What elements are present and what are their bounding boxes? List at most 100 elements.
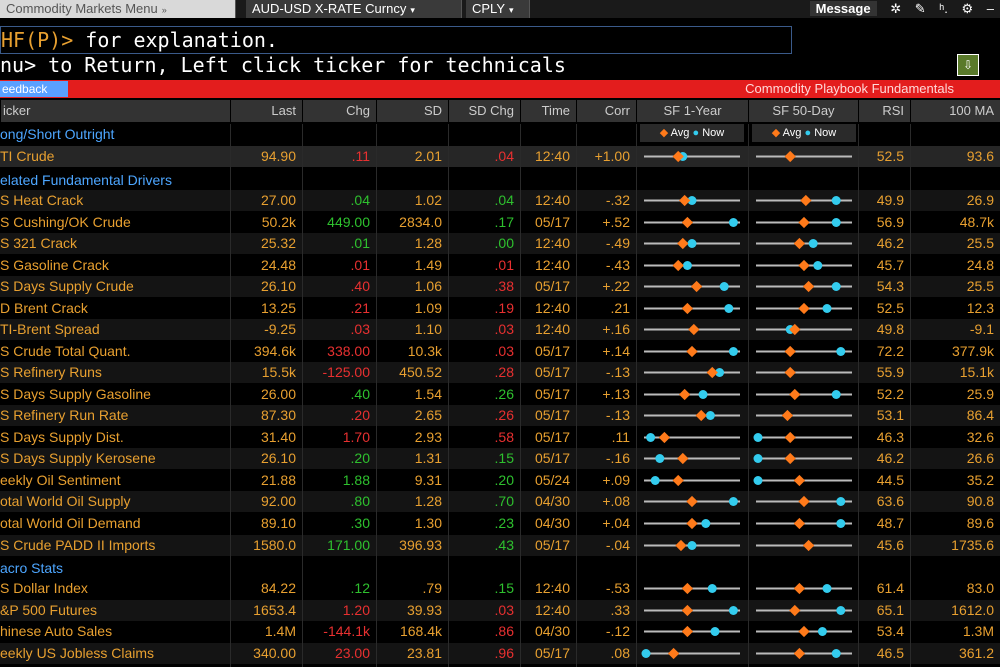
export-icon[interactable]: ⇩ [957, 54, 979, 76]
ticker-cell[interactable]: S Gasoline Crack [0, 255, 230, 276]
header-chg[interactable]: Chg [302, 100, 376, 122]
ma-cell: 12.3 [966, 300, 994, 316]
sd-chg-cell: .38 [494, 278, 514, 294]
table-row[interactable]: otal World Oil Supply 92.00 .80 1.28 .70 04/3… [0, 491, 1000, 512]
table-row[interactable]: hinese Auto Sales 1.4M -144.1k 168.4k .86 04/… [0, 621, 1000, 642]
ma-cell: 25.5 [966, 278, 994, 294]
table-row[interactable]: eekly Oil Sentiment 21.88 1.88 9.31 .20 05/24… [0, 470, 1000, 491]
ticker-cell[interactable]: eekly US Jobless Claims [0, 643, 230, 664]
header-rsi[interactable]: RSI [858, 100, 910, 122]
table-row[interactable]: S Days Supply Gasoline 26.00 .40 1.54 .26 05/… [0, 384, 1000, 405]
column-divider [448, 124, 449, 667]
table-row[interactable]: S Refinery Runs 15.5k -125.00 450.52 .28 05/1… [0, 362, 1000, 383]
table-row[interactable]: S Gasoline Crack 24.48 .01 1.49 .01 12:40 -.43… [0, 255, 1000, 276]
feedback-button[interactable]: eedback [0, 81, 68, 97]
column-divider [230, 124, 231, 667]
table-row[interactable]: S 321 Crack 25.32 .01 1.28 .00 12:40 -.49 46.2 2… [0, 233, 1000, 254]
ticker-cell[interactable]: eekly Oil Sentiment [0, 470, 230, 491]
ticker-cell[interactable]: S Days Supply Kerosene [0, 448, 230, 469]
header-ticker[interactable]: icker [0, 100, 230, 122]
rsi-cell: 48.7 [876, 515, 904, 531]
header-time[interactable]: Time [520, 100, 576, 122]
table-row[interactable]: S Refinery Run Rate 87.30 .20 2.65 .26 05/17 -… [0, 405, 1000, 426]
ticker-cell[interactable]: S Crude PADD II Imports [0, 535, 230, 556]
ticker-cell[interactable]: D Brent Crack [0, 298, 230, 319]
message-button[interactable]: Message [809, 1, 877, 16]
header-100-ma[interactable]: 100 MA [910, 100, 1000, 122]
table-row[interactable]: S Days Supply Crude 26.10 .40 1.06 .38 05/17 +… [0, 276, 1000, 297]
ma-cell: 26.9 [966, 192, 994, 208]
minimize-icon[interactable]: – [987, 1, 994, 16]
time-cell: 05/24 [534, 472, 570, 488]
header-sd-chg[interactable]: SD Chg [448, 100, 520, 122]
sf-1-year-slider [640, 298, 744, 319]
sd-chg-cell: .26 [494, 407, 514, 423]
tab-commodity-markets-menu[interactable]: Commodity Markets Menu» [0, 0, 236, 18]
table-row[interactable]: TI-Brent Spread -9.25 .03 1.10 .03 12:40 +.16 4… [0, 319, 1000, 340]
legend-sf-50-day: ◆ Avg ● Now [752, 124, 856, 142]
table-row[interactable]: D Brent Crack 13.25 .21 1.09 .19 12:40 .21 52.5… [0, 298, 1000, 319]
pencil-icon[interactable]: ✎ [915, 1, 926, 16]
ticker-cell[interactable]: otal World Oil Supply [0, 491, 230, 512]
sf-50-day-slider [752, 276, 856, 297]
ticker-cell[interactable]: TI-Brent Spread [0, 319, 230, 340]
rsi-cell: 54.3 [876, 278, 904, 294]
table-row[interactable]: S Days Supply Kerosene 26.10 .20 1.31 .15 05/… [0, 448, 1000, 469]
ticker-cell[interactable]: S Heat Crack [0, 190, 230, 211]
ticker-cell[interactable]: S Days Supply Gasoline [0, 384, 230, 405]
header-sf-50-day[interactable]: SF 50-Day [748, 100, 858, 122]
ticker-cell[interactable]: S Days Supply Crude [0, 276, 230, 297]
table-row[interactable]: S Crude PADD II Imports 1580.0 171.00 396.9… [0, 535, 1000, 556]
table-row[interactable]: &P 500 Futures 1653.4 1.20 39.93 .03 12:40 .33… [0, 600, 1000, 621]
table-row[interactable]: eekly US Jobless Claims 340.00 23.00 23.81.… [0, 643, 1000, 664]
avg-marker [789, 388, 801, 401]
table-row[interactable]: otal World Oil Demand 89.10 .30 1.30 .23 04/3… [0, 513, 1000, 534]
table-row[interactable]: TI Crude 94.90 .11 2.01 .04 12:40 +1.00 52.5 93.… [0, 146, 1000, 167]
now-marker [687, 541, 697, 550]
tab-cply[interactable]: CPLY ▾ [466, 0, 530, 18]
corr-cell: +.16 [602, 321, 630, 337]
ticker-cell[interactable]: hinese Auto Sales [0, 621, 230, 642]
ticker-cell[interactable]: S Cushing/OK Crude [0, 212, 230, 233]
ticker-cell[interactable]: &P 500 Futures [0, 600, 230, 621]
last-cell: 340.00 [253, 645, 296, 661]
ticker-cell[interactable]: S Days Supply Dist. [0, 427, 230, 448]
command-line[interactable]: HF(P)> for explanation. [0, 26, 792, 54]
now-dot-icon: ● [804, 127, 812, 139]
help-icon[interactable]: ʰ. [939, 1, 948, 16]
sf-50-day-slider [752, 362, 856, 383]
ticker-cell[interactable]: S Crude Total Quant. [0, 341, 230, 362]
table-row[interactable]: S Dollar Index 84.22 .12 .79 .15 12:40 -.53 61.… [0, 578, 1000, 599]
tab-aud-usd[interactable]: AUD-USD X-RATE Curncy ▾ [246, 0, 462, 18]
settings-icon[interactable]: ✲ [890, 1, 901, 16]
last-cell: 27.00 [260, 192, 296, 208]
header-sf-1-year[interactable]: SF 1-Year [636, 100, 748, 122]
table-row[interactable]: S Heat Crack 27.00 .04 1.02 .04 12:40 -.32 49.9… [0, 190, 1000, 211]
ma-cell: 24.8 [966, 257, 994, 273]
sf-1-year-slider [640, 319, 744, 340]
table-row[interactable]: S Cushing/OK Crude 50.2k 449.00 2834.0 .17 05… [0, 212, 1000, 233]
avg-marker [781, 409, 794, 422]
ticker-cell[interactable]: S Refinery Runs [0, 362, 230, 383]
table-row[interactable]: S Days Supply Dist. 31.40 1.70 2.93 .58 05/17… [0, 427, 1000, 448]
now-marker [836, 519, 846, 528]
sf-50-day-slider [752, 470, 856, 491]
ticker-cell[interactable]: otal World Oil Demand [0, 513, 230, 534]
header-corr[interactable]: Corr [576, 100, 636, 122]
table-row[interactable]: S Crude Total Quant. 394.6k 338.00 10.3k .03… [0, 341, 1000, 362]
avg-marker [686, 495, 698, 508]
sf-1-year-slider [640, 448, 744, 469]
header-last[interactable]: Last [230, 100, 302, 122]
corr-cell: .11 [611, 429, 630, 445]
ticker-cell[interactable]: TI Crude [0, 146, 230, 167]
header-sd[interactable]: SD [376, 100, 448, 122]
rsi-cell: 46.5 [876, 645, 904, 661]
ticker-cell[interactable]: S 321 Crack [0, 233, 230, 254]
sf-1-year-slider [640, 362, 744, 383]
gear-icon[interactable]: ⚙ [961, 1, 973, 16]
sd-cell: 39.93 [406, 602, 442, 618]
ticker-cell[interactable]: S Dollar Index [0, 578, 230, 599]
now-marker [701, 519, 711, 528]
now-marker [831, 218, 841, 227]
ticker-cell[interactable]: S Refinery Run Rate [0, 405, 230, 426]
